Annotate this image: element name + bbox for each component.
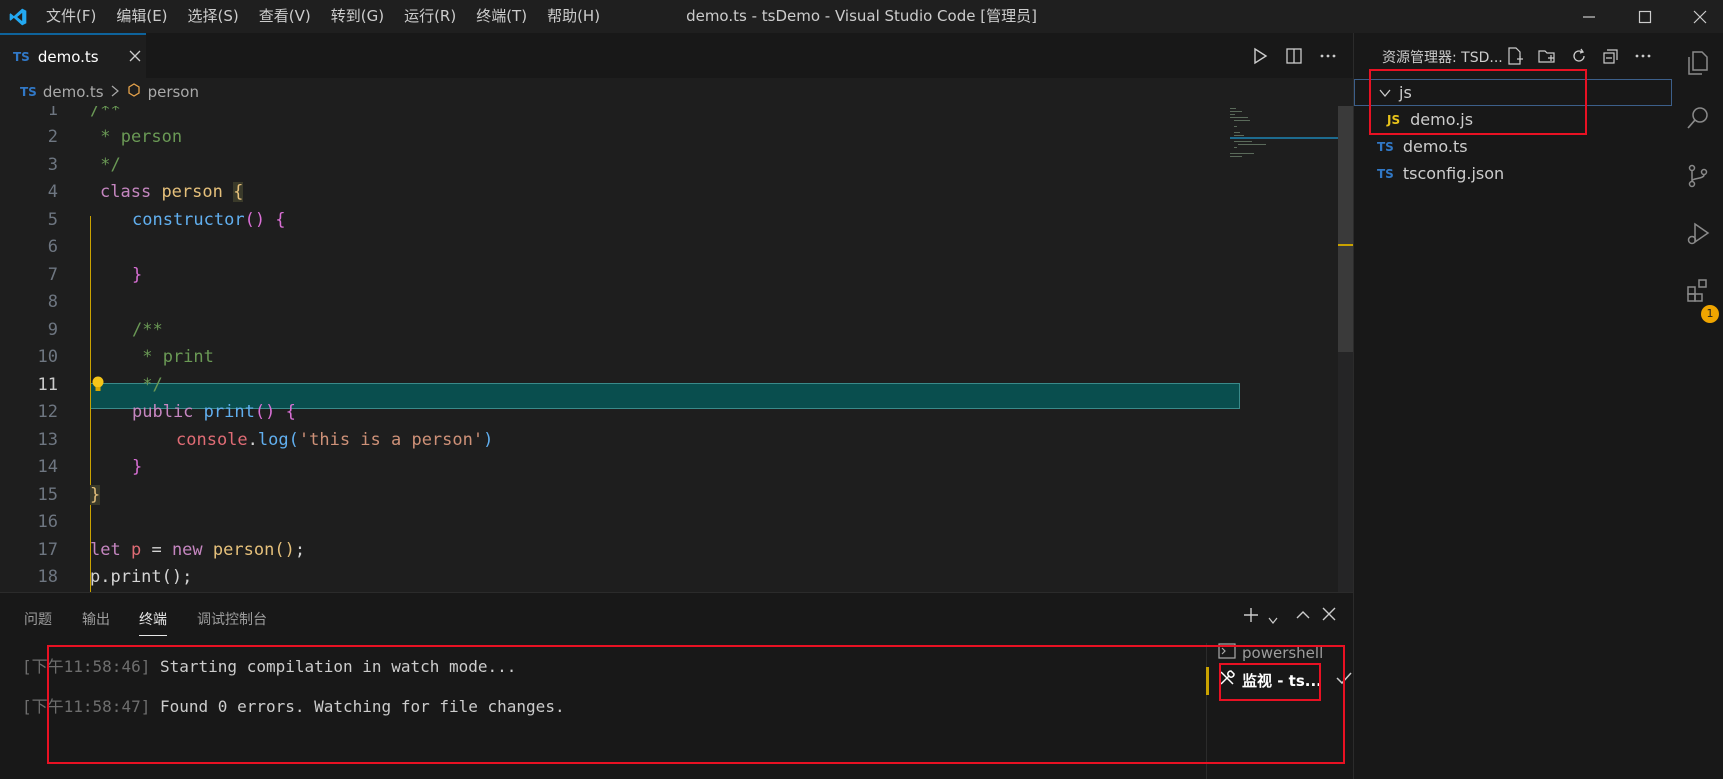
explorer-icon[interactable]: [1673, 38, 1723, 88]
line-number: 17: [37, 539, 58, 560]
line-number: 3: [47, 154, 58, 175]
line-number: 18: [37, 567, 58, 588]
class-symbol-icon: [126, 82, 142, 102]
code-line: 5 constructor() {: [0, 206, 1240, 234]
tree-file-demo-ts[interactable]: TS demo.ts: [1354, 133, 1674, 160]
more-actions-icon[interactable]: [1629, 43, 1657, 69]
maximize-panel-icon[interactable]: [1295, 607, 1311, 627]
explorer-title: 资源管理器: TSD...: [1382, 50, 1503, 66]
new-terminal-icon[interactable]: [1243, 607, 1259, 627]
line-number: 5: [47, 209, 58, 230]
code-line: 16: [0, 509, 1240, 537]
extensions-badge: 1: [1701, 305, 1719, 323]
tree-file-tsconfig[interactable]: TS tsconfig.json: [1354, 160, 1674, 187]
more-actions-icon[interactable]: [1312, 33, 1344, 78]
tsconfig-file-icon: TS: [1377, 166, 1394, 181]
split-editor-icon[interactable]: [1278, 33, 1310, 78]
line-number: 11: [37, 374, 58, 395]
scrollbar-marker: [1338, 244, 1353, 246]
vscode-logo-icon: [0, 0, 36, 33]
maximize-button[interactable]: [1622, 0, 1668, 33]
code-line: 15}: [0, 481, 1240, 509]
line-number: 13: [37, 429, 58, 450]
code-line: 18 p.print();: [0, 564, 1240, 592]
code-line: 8: [0, 289, 1240, 317]
collapse-all-icon[interactable]: [1597, 43, 1625, 69]
explorer-sidebar: 资源管理器: TSD... js JS demo.js TS demo.ts T…: [1353, 33, 1673, 779]
annotation-box-js-folder: [1369, 69, 1587, 135]
search-icon[interactable]: [1673, 93, 1723, 143]
line-number: 7: [47, 264, 58, 285]
chevron-down-icon[interactable]: [1268, 611, 1278, 629]
line-number: 12: [37, 402, 58, 423]
tab-label: demo.ts: [37, 47, 99, 66]
line-number: 6: [47, 237, 58, 258]
lightbulb-icon[interactable]: [90, 375, 106, 397]
bottom-panel: 问题 输出 终端 调试控制台 [下午11:58:46] Starting com…: [0, 592, 1353, 779]
code-line: 17 let p = new person();: [0, 536, 1240, 564]
menu-view[interactable]: 查看(V): [249, 0, 321, 33]
tab-problems[interactable]: 问题: [24, 609, 52, 629]
tab-debug-console[interactable]: 调试控制台: [197, 609, 267, 629]
code-line: 3 */: [0, 151, 1240, 179]
menu-go[interactable]: 转到(G): [321, 0, 394, 33]
menu-run[interactable]: 运行(R): [394, 0, 466, 33]
source-control-icon[interactable]: [1673, 151, 1723, 201]
breadcrumb: TS demo.ts person: [0, 78, 1353, 106]
menu-edit[interactable]: 编辑(E): [106, 0, 177, 33]
run-debug-icon[interactable]: [1673, 209, 1723, 259]
code-line: 1/**: [0, 106, 1240, 124]
line-number: 16: [37, 512, 58, 533]
line-number: 9: [47, 319, 58, 340]
typescript-file-icon: TS: [1377, 139, 1394, 154]
minimize-button[interactable]: [1566, 0, 1612, 33]
tab-demo-ts[interactable]: TS demo.ts: [0, 33, 146, 78]
code-line: 7}: [0, 261, 1240, 289]
code-line: 13 console.log('this is a person'): [0, 426, 1240, 454]
close-window-button[interactable]: [1677, 0, 1723, 33]
menu-file[interactable]: 文件(F): [36, 0, 106, 33]
activity-bar: 1: [1673, 33, 1723, 779]
line-number: 2: [47, 127, 58, 148]
tree-item-label: tsconfig.json: [1402, 164, 1505, 183]
code-line: 14}: [0, 454, 1240, 482]
annotation-box-terminal: [47, 645, 1345, 764]
tree-item-label: demo.ts: [1402, 137, 1468, 156]
code-line: 10 * print: [0, 344, 1240, 372]
typescript-file-icon: TS: [20, 85, 37, 99]
new-folder-icon[interactable]: [1533, 43, 1561, 69]
run-icon[interactable]: [1244, 33, 1276, 78]
code-line: 11 */: [0, 371, 1240, 399]
code-line: 4 class person {: [0, 179, 1240, 207]
menu-help[interactable]: 帮助(H): [537, 0, 610, 33]
breadcrumb-file[interactable]: demo.ts: [43, 83, 104, 101]
close-tab-icon[interactable]: [129, 48, 141, 66]
code-line: 2 * person: [0, 124, 1240, 152]
editor-tab-bar: TS demo.ts: [0, 33, 1353, 78]
tab-terminal[interactable]: 终端: [139, 609, 167, 636]
code-line: 6: [0, 234, 1240, 262]
refresh-icon[interactable]: [1565, 43, 1593, 69]
line-number: 10: [37, 347, 58, 368]
breadcrumb-symbol[interactable]: person: [148, 83, 199, 101]
minimap[interactable]: [1230, 106, 1340, 592]
tab-output[interactable]: 输出: [82, 609, 110, 629]
line-number: 8: [47, 292, 58, 313]
new-file-icon[interactable]: [1501, 43, 1529, 69]
menu-terminal[interactable]: 终端(T): [466, 0, 537, 33]
close-panel-icon[interactable]: [1322, 607, 1336, 625]
annotation-box-watch-task: [1219, 663, 1321, 701]
line-number: 4: [47, 182, 58, 203]
code-line: 9/**: [0, 316, 1240, 344]
code-editor[interactable]: 1/** 2 * person 3 */ 4 class person { 5 co…: [0, 106, 1353, 592]
code-line: 12 public print() {: [0, 399, 1240, 427]
line-number: 15: [37, 484, 58, 505]
chevron-right-icon: [110, 83, 120, 101]
menu-selection[interactable]: 选择(S): [178, 0, 249, 33]
editor-scrollbar-thumb[interactable]: [1338, 106, 1353, 352]
typescript-file-icon: TS: [13, 49, 30, 64]
title-bar: 文件(F) 编辑(E) 选择(S) 查看(V) 转到(G) 运行(R) 终端(T…: [0, 0, 1723, 33]
line-number: 1: [47, 106, 58, 120]
line-number: 14: [37, 457, 58, 478]
